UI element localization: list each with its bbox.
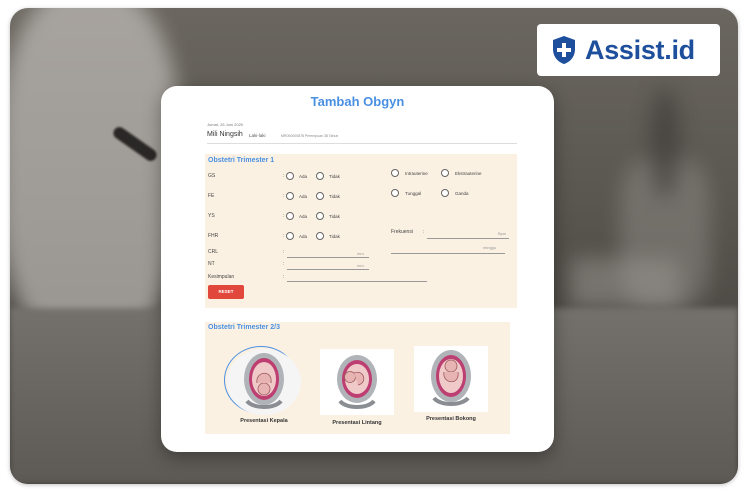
ganda-radio[interactable] [441,189,449,197]
gs-tidak-radio[interactable] [316,172,324,180]
colon: : [423,229,425,235]
gs-label: GS [208,173,216,179]
presentasi-bokong-card[interactable] [414,346,488,412]
fe-tidak-radio[interactable] [316,192,324,200]
trimester-1-section: Obstetri Trimester 1 GS : Ada Tidak FE :… [205,154,517,308]
brand-logo: Assist.id [537,24,720,76]
trimester-2-section: Obstetri Trimester 2/3 Presentasi Kepala [205,322,510,434]
fhr-tidak-radio[interactable] [316,232,324,240]
patient-gender: Laki-laki [249,133,266,138]
ekstrauterine-label: Ekstrauterine [455,171,482,176]
nt-unit: mm [357,263,364,268]
colon: : [283,233,285,239]
reset-button[interactable]: RESET [208,285,244,299]
frekuensi-label: Frekuensi [391,229,413,235]
colon: : [283,274,285,280]
intrauterine-label: Intrauterine [405,171,428,176]
fe-ada-radio[interactable] [286,192,294,200]
frekuensi-input[interactable] [427,238,509,239]
fhr-tidak-label: Tidak [329,234,340,239]
trimester-2-title: Obstetri Trimester 2/3 [208,324,280,331]
colon: : [283,193,285,199]
divider [207,143,517,144]
trimester-1-title: Obstetri Trimester 1 [208,157,275,164]
presentasi-kepala-card[interactable] [227,349,301,415]
colon: : [283,249,285,255]
kesimpulan-label: Kesimpulan [208,274,235,280]
presentasi-kepala-label: Presentasi Kepala [240,418,288,424]
pens-blur [650,88,680,198]
patient-name: Mili Ningsih [207,131,243,138]
brand-name: Assist.id [585,34,695,65]
frekuensi-unit: Bpm [498,231,507,236]
nt-input[interactable] [287,269,369,270]
ys-ada-radio[interactable] [286,212,294,220]
gs-ada-label: Ada [299,174,308,179]
minggu-unit: minggu [483,245,497,250]
doctor-coat-blur [10,8,180,348]
crl-input[interactable] [287,257,369,258]
presentasi-lintang-label: Presentasi Lintang [332,420,382,426]
colon: : [283,173,285,179]
kesimpulan-input[interactable] [287,281,427,282]
ys-tidak-label: Tidak [329,214,340,219]
presentasi-lintang-card[interactable] [320,349,394,415]
fetus-head-down-icon [244,353,284,409]
add-obgyn-modal: Tambah Obgyn Jumat, 26 Juni 2020 Mili Ni… [161,86,554,452]
fe-ada-label: Ada [299,194,308,199]
ys-tidak-radio[interactable] [316,212,324,220]
fe-tidak-label: Tidak [329,194,340,199]
gs-tidak-label: Tidak [329,174,340,179]
fhr-ada-radio[interactable] [286,232,294,240]
minggu-input[interactable] [391,253,505,254]
fe-label: FE [208,193,215,199]
nt-label: NT [208,261,215,267]
crl-unit: mm [357,251,364,256]
tunggal-label: Tunggal [405,191,422,196]
fetus-breech-icon [431,350,471,406]
fhr-label: FHR [208,233,219,239]
ys-label: YS [208,213,215,219]
tunggal-radio[interactable] [391,189,399,197]
box-blur [570,258,680,308]
colon: : [283,213,285,219]
intrauterine-radio[interactable] [391,169,399,177]
visit-date: Jumat, 26 Juni 2020 [207,122,244,127]
shield-icon [553,36,575,64]
ganda-label: Ganda [455,191,469,196]
crl-label: CRL [208,249,219,255]
ys-ada-label: Ada [299,214,308,219]
colon: : [283,261,285,267]
fhr-ada-label: Ada [299,234,308,239]
presentasi-bokong-label: Presentasi Bokong [426,416,476,422]
gs-ada-radio[interactable] [286,172,294,180]
fetus-transverse-icon [337,355,377,409]
ekstrauterine-radio[interactable] [441,169,449,177]
modal-title: Tambah Obgyn [310,94,405,109]
patient-meta: MR000000878 Perempuan 38 Tahun [281,134,339,138]
